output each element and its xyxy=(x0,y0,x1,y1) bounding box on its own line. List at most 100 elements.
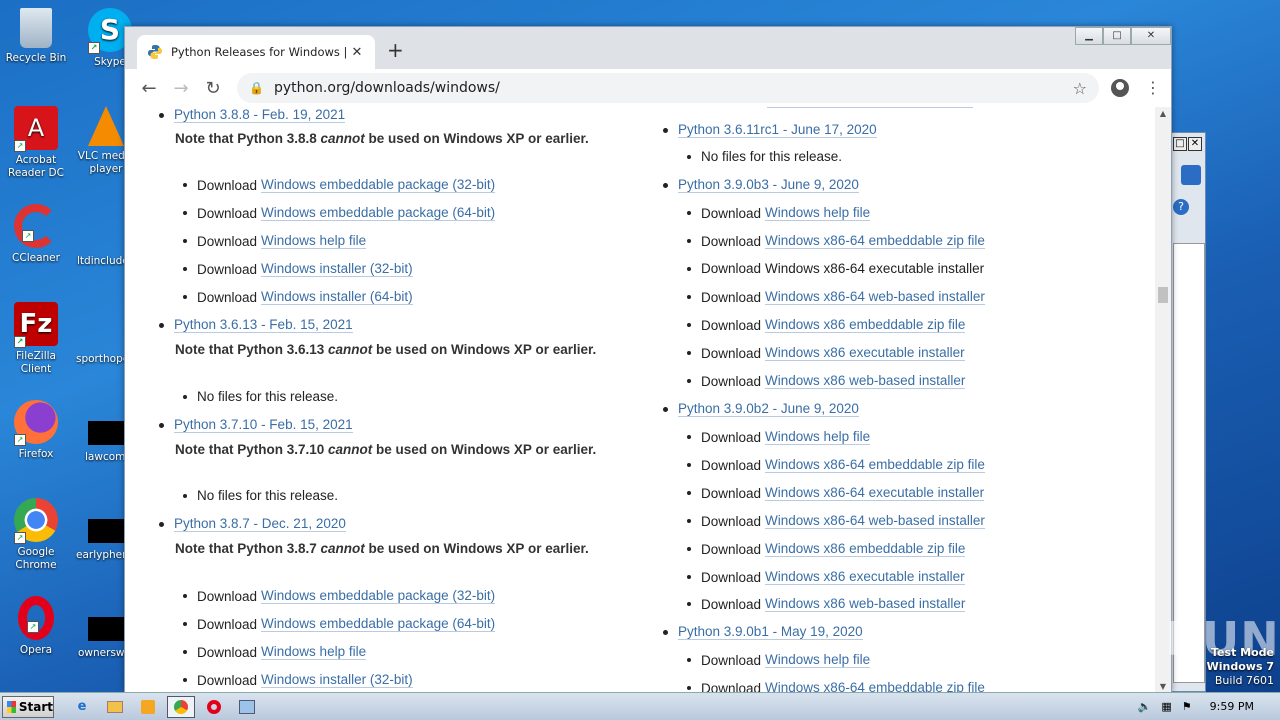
download-link[interactable]: Windows x86-64 web-based installer xyxy=(765,513,985,529)
scrollbar-thumb[interactable] xyxy=(1158,287,1168,303)
tab-python-releases[interactable]: Python Releases for Windows | Pyth ✕ xyxy=(137,35,375,69)
flag-notification-icon[interactable]: ⚑ xyxy=(1182,700,1192,713)
desktop-icon-earlyphen[interactable]: earlyphen xyxy=(76,549,129,561)
help-icon[interactable]: ? xyxy=(1173,199,1189,215)
download-link[interactable]: Windows x86-64 web-based installer xyxy=(765,289,985,305)
download-link[interactable]: Windows x86-64 embeddable zip file xyxy=(765,457,985,473)
taskbar-app-icon[interactable] xyxy=(233,696,261,718)
download-link[interactable]: Windows help file xyxy=(261,644,367,660)
download-link[interactable]: Windows x86 web-based installer xyxy=(765,596,966,612)
no-files-item: No files for this release. xyxy=(183,488,338,503)
download-item: Download Windows installer (64-bit) xyxy=(183,289,413,305)
download-item: Download Windows embeddable package (64-b… xyxy=(183,205,496,221)
page-scrollbar[interactable]: ▲ ▼ xyxy=(1155,107,1171,693)
download-item: Download Windows x86-64 executable instal… xyxy=(687,261,984,276)
release-link[interactable]: Python 3.8.7 - Dec. 21, 2020 xyxy=(174,516,346,532)
menu-kebab-icon[interactable]: ⋮ xyxy=(1145,80,1161,96)
release-link[interactable]: Python 3.6.13 - Feb. 15, 2021 xyxy=(174,317,353,333)
taskbar-explorer-icon[interactable] xyxy=(101,696,129,718)
reload-button[interactable]: ↻ xyxy=(197,78,229,99)
new-tab-button[interactable]: + xyxy=(387,39,404,61)
download-link[interactable]: Windows help file xyxy=(765,429,871,445)
profile-avatar-icon[interactable] xyxy=(1111,79,1129,97)
desktop-icon-chrome[interactable]: ↗ Google Chrome xyxy=(0,498,72,572)
download-link[interactable]: Windows x86 embeddable zip file xyxy=(765,541,966,557)
download-link[interactable]: Windows help file xyxy=(765,652,871,668)
download-link-hovered[interactable]: Windows x86-64 executable installer xyxy=(765,261,984,276)
download-link[interactable]: Windows embeddable package (32-bit) xyxy=(261,177,496,193)
desktop-icon-sporthope[interactable]: sporthope xyxy=(76,353,129,365)
scroll-up-icon[interactable]: ▲ xyxy=(1155,109,1171,118)
partial-link-underline xyxy=(767,107,973,108)
download-link[interactable]: Windows embeddable package (32-bit) xyxy=(261,588,496,604)
release-link[interactable]: Python 3.8.8 - Feb. 19, 2021 xyxy=(174,107,346,123)
release-note: Note that Python 3.6.13 cannot be used o… xyxy=(175,342,597,357)
download-item: Download Windows x86 executable installer xyxy=(687,569,965,585)
desktop-icon-ownerswi[interactable]: ownerswi xyxy=(78,647,127,659)
release-note: Note that Python 3.8.7 cannot be used on… xyxy=(175,541,589,556)
maximize-button[interactable]: □ xyxy=(1103,27,1131,45)
release-link[interactable]: Python 3.7.10 - Feb. 15, 2021 xyxy=(174,417,353,433)
clock[interactable]: 9:59 PM xyxy=(1210,700,1254,713)
address-bar[interactable]: 🔒 python.org/downloads/windows/ ☆ xyxy=(237,73,1099,103)
desktop-icon-ccleaner[interactable]: ↗ CCleaner xyxy=(0,204,72,265)
download-item: Download Windows x86-64 web-based install… xyxy=(687,289,985,305)
desktop-icon-opera[interactable]: ↗ Opera xyxy=(0,596,72,657)
desktop-icon-acrobat[interactable]: A ↗ Acrobat Reader DC xyxy=(0,106,72,180)
right-column: Python 3.6.11rc1 - June 17, 2020 No file… xyxy=(663,107,1133,693)
desktop-icon-recycle-bin[interactable]: Recycle Bin xyxy=(0,8,72,65)
tab-close-icon[interactable]: ✕ xyxy=(349,45,365,60)
search-icon[interactable] xyxy=(1181,165,1201,185)
download-link[interactable]: Windows embeddable package (64-bit) xyxy=(261,205,496,221)
release-link[interactable]: Python 3.9.0b1 - May 19, 2020 xyxy=(678,624,863,640)
close-button[interactable]: ✕ xyxy=(1131,27,1171,45)
lock-icon[interactable]: 🔒 xyxy=(249,81,264,95)
release-link[interactable]: Python 3.9.0b3 - June 9, 2020 xyxy=(678,177,859,193)
tab-title: Python Releases for Windows | Pyth xyxy=(171,45,349,59)
download-link[interactable]: Windows installer (64-bit) xyxy=(261,289,413,305)
download-link[interactable]: Windows x86 web-based installer xyxy=(765,373,966,389)
back-button[interactable]: ← xyxy=(133,78,165,99)
taskbar-ie-icon[interactable]: e xyxy=(68,696,96,718)
taskbar-chrome-icon[interactable] xyxy=(167,695,195,718)
browser-window[interactable]: Python Releases for Windows | Pyth ✕ + ▁… xyxy=(124,26,1172,693)
desktop-icon-ltdinclude[interactable]: ltdinclude xyxy=(77,255,129,267)
bookmark-star-icon[interactable]: ☆ xyxy=(1073,79,1087,98)
download-link[interactable]: Windows installer (32-bit) xyxy=(261,261,413,277)
volume-icon[interactable]: 🔈 xyxy=(1138,700,1152,713)
download-link[interactable]: Windows x86 embeddable zip file xyxy=(765,317,966,333)
scroll-down-icon[interactable]: ▼ xyxy=(1155,682,1171,691)
release-item: Python 3.8.7 - Dec. 21, 2020 xyxy=(159,516,346,532)
release-item: Python 3.9.0b1 - May 19, 2020 xyxy=(663,624,863,640)
close-button[interactable]: ✕ xyxy=(1188,137,1202,151)
download-item: Download Windows x86 executable installer xyxy=(687,345,965,361)
taskbar-media-player-icon[interactable] xyxy=(134,696,162,718)
download-link[interactable]: Windows installer (32-bit) xyxy=(261,672,413,688)
download-link[interactable]: Windows help file xyxy=(261,233,367,249)
release-link[interactable]: Python 3.9.0b2 - June 9, 2020 xyxy=(678,401,859,417)
minimize-button[interactable]: ▁ xyxy=(1075,27,1103,45)
download-link[interactable]: Windows x86-64 executable installer xyxy=(765,485,985,501)
no-files-item: No files for this release. xyxy=(687,149,842,164)
desktop-icon-filezilla[interactable]: Fz ↗ FileZilla Client xyxy=(0,302,72,376)
redacted-icon xyxy=(88,617,124,641)
download-link[interactable]: Windows x86 executable installer xyxy=(765,569,965,585)
network-icon[interactable]: ▦ xyxy=(1161,700,1171,713)
taskbar-opera-icon[interactable] xyxy=(200,696,228,718)
download-link[interactable]: Windows x86-64 embeddable zip file xyxy=(765,233,985,249)
desktop-icon-lawcom[interactable]: lawcom. xyxy=(85,451,129,463)
release-link[interactable]: Python 3.6.11rc1 - June 17, 2020 xyxy=(678,122,877,138)
window-controls: ▁ □ ✕ xyxy=(1075,27,1171,45)
maximize-button[interactable]: □ xyxy=(1173,137,1187,151)
download-link[interactable]: Windows help file xyxy=(765,205,871,221)
desktop-icon-firefox[interactable]: ↗ Firefox xyxy=(0,400,72,461)
start-button[interactable]: Start xyxy=(2,695,54,718)
download-item: Download Windows embeddable package (32-b… xyxy=(183,588,496,604)
firefox-icon: ↗ xyxy=(14,400,58,446)
download-item: Download Windows x86-64 executable instal… xyxy=(687,485,985,501)
download-link[interactable]: Windows x86 executable installer xyxy=(765,345,965,361)
forward-button[interactable]: → xyxy=(165,78,197,99)
redacted-icon xyxy=(88,421,124,445)
background-window[interactable]: □ ✕ ? xyxy=(1168,132,1206,692)
download-link[interactable]: Windows embeddable package (64-bit) xyxy=(261,616,496,632)
